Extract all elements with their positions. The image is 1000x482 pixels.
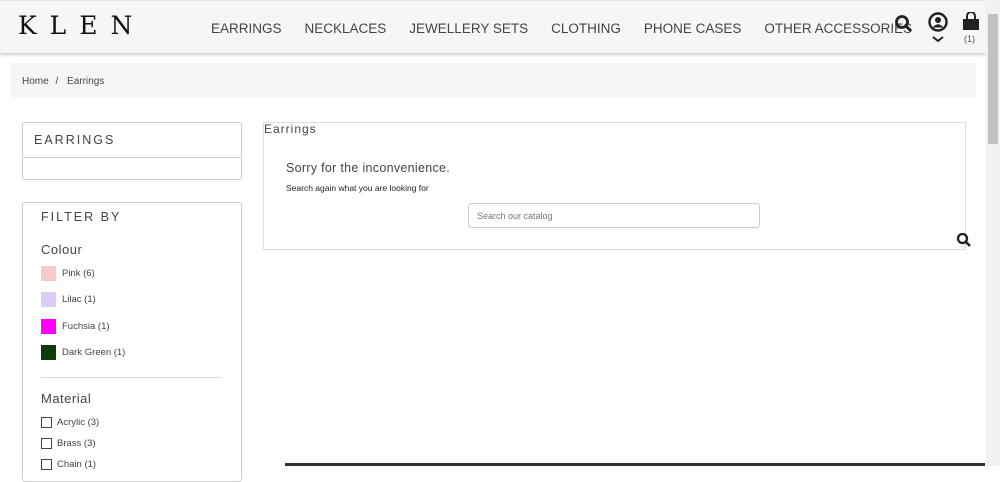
colour-pink[interactable]: Pink (6) (41, 266, 95, 281)
catalog-search-icon[interactable] (956, 232, 972, 248)
filter-title: FILTER BY (41, 210, 122, 224)
divider (41, 377, 222, 378)
colour-swatch (41, 292, 56, 307)
colour-label: Pink (6) (62, 268, 95, 279)
main-nav: EARRINGS NECKLACES JEWELLERY SETS CLOTHI… (211, 21, 912, 36)
material-brass[interactable]: Brass (3) (41, 438, 96, 449)
nav-other-accessories[interactable]: OTHER ACCESSORIES (764, 21, 912, 36)
material-title: Material (41, 391, 92, 406)
nav-earrings[interactable]: EARRINGS (211, 21, 282, 36)
category-title[interactable]: EARRINGS (23, 123, 241, 158)
search-hint: Search again what you are looking for (286, 183, 429, 193)
material-label: Brass (3) (57, 438, 96, 449)
no-results-panel: Earrings Sorry for the inconvenience. Se… (263, 122, 971, 250)
colour-dark-green[interactable]: Dark Green (1) (41, 345, 125, 360)
nav-jewellery-sets[interactable]: JEWELLERY SETS (409, 21, 528, 36)
colour-swatch (41, 345, 56, 360)
colour-lilac[interactable]: Lilac (1) (41, 292, 96, 307)
site-header: KLEN EARRINGS NECKLACES JEWELLERY SETS C… (0, 0, 986, 53)
scrollbar-thumb[interactable] (988, 14, 998, 144)
search-icon[interactable] (894, 14, 914, 34)
account-icon[interactable] (928, 12, 948, 44)
page-title: Earrings (264, 122, 317, 136)
material-label: Chain (1) (57, 459, 97, 470)
breadcrumb: Home / Earrings (11, 63, 976, 98)
material-acrylic[interactable]: Acrylic (3) (41, 417, 99, 428)
colour-swatch (41, 319, 56, 334)
breadcrumb-separator: / (55, 76, 59, 87)
cart-icon[interactable] (961, 12, 981, 32)
category-block: EARRINGS (22, 122, 242, 180)
breadcrumb-home[interactable]: Home (22, 76, 49, 87)
catalog-search-input[interactable] (468, 203, 760, 228)
nav-necklaces[interactable]: NECKLACES (305, 21, 387, 36)
nav-phone-cases[interactable]: PHONE CASES (644, 21, 742, 36)
material-chain[interactable]: Chain (1) (41, 459, 96, 470)
colour-label: Dark Green (1) (62, 347, 126, 358)
checkbox[interactable] (41, 438, 52, 449)
nav-clothing[interactable]: CLOTHING (551, 21, 621, 36)
checkbox[interactable] (41, 459, 52, 470)
breadcrumb-current: Earrings (67, 76, 105, 87)
colour-title: Colour (41, 242, 83, 257)
colour-label: Fuchsia (1) (62, 321, 110, 332)
filter-block: FILTER BY Colour Pink (6) Lilac (1) Fuch… (22, 202, 242, 482)
logo[interactable]: KLEN (18, 11, 145, 40)
checkbox[interactable] (41, 417, 52, 428)
scrollbar[interactable] (986, 0, 1000, 466)
colour-swatch (41, 266, 56, 281)
colour-label: Lilac (1) (62, 294, 96, 305)
cart-count: (1) (964, 34, 975, 44)
colour-fuchsia[interactable]: Fuchsia (1) (41, 319, 110, 334)
sorry-message: Sorry for the inconvenience. (286, 161, 451, 175)
material-label: Acrylic (3) (57, 417, 100, 428)
